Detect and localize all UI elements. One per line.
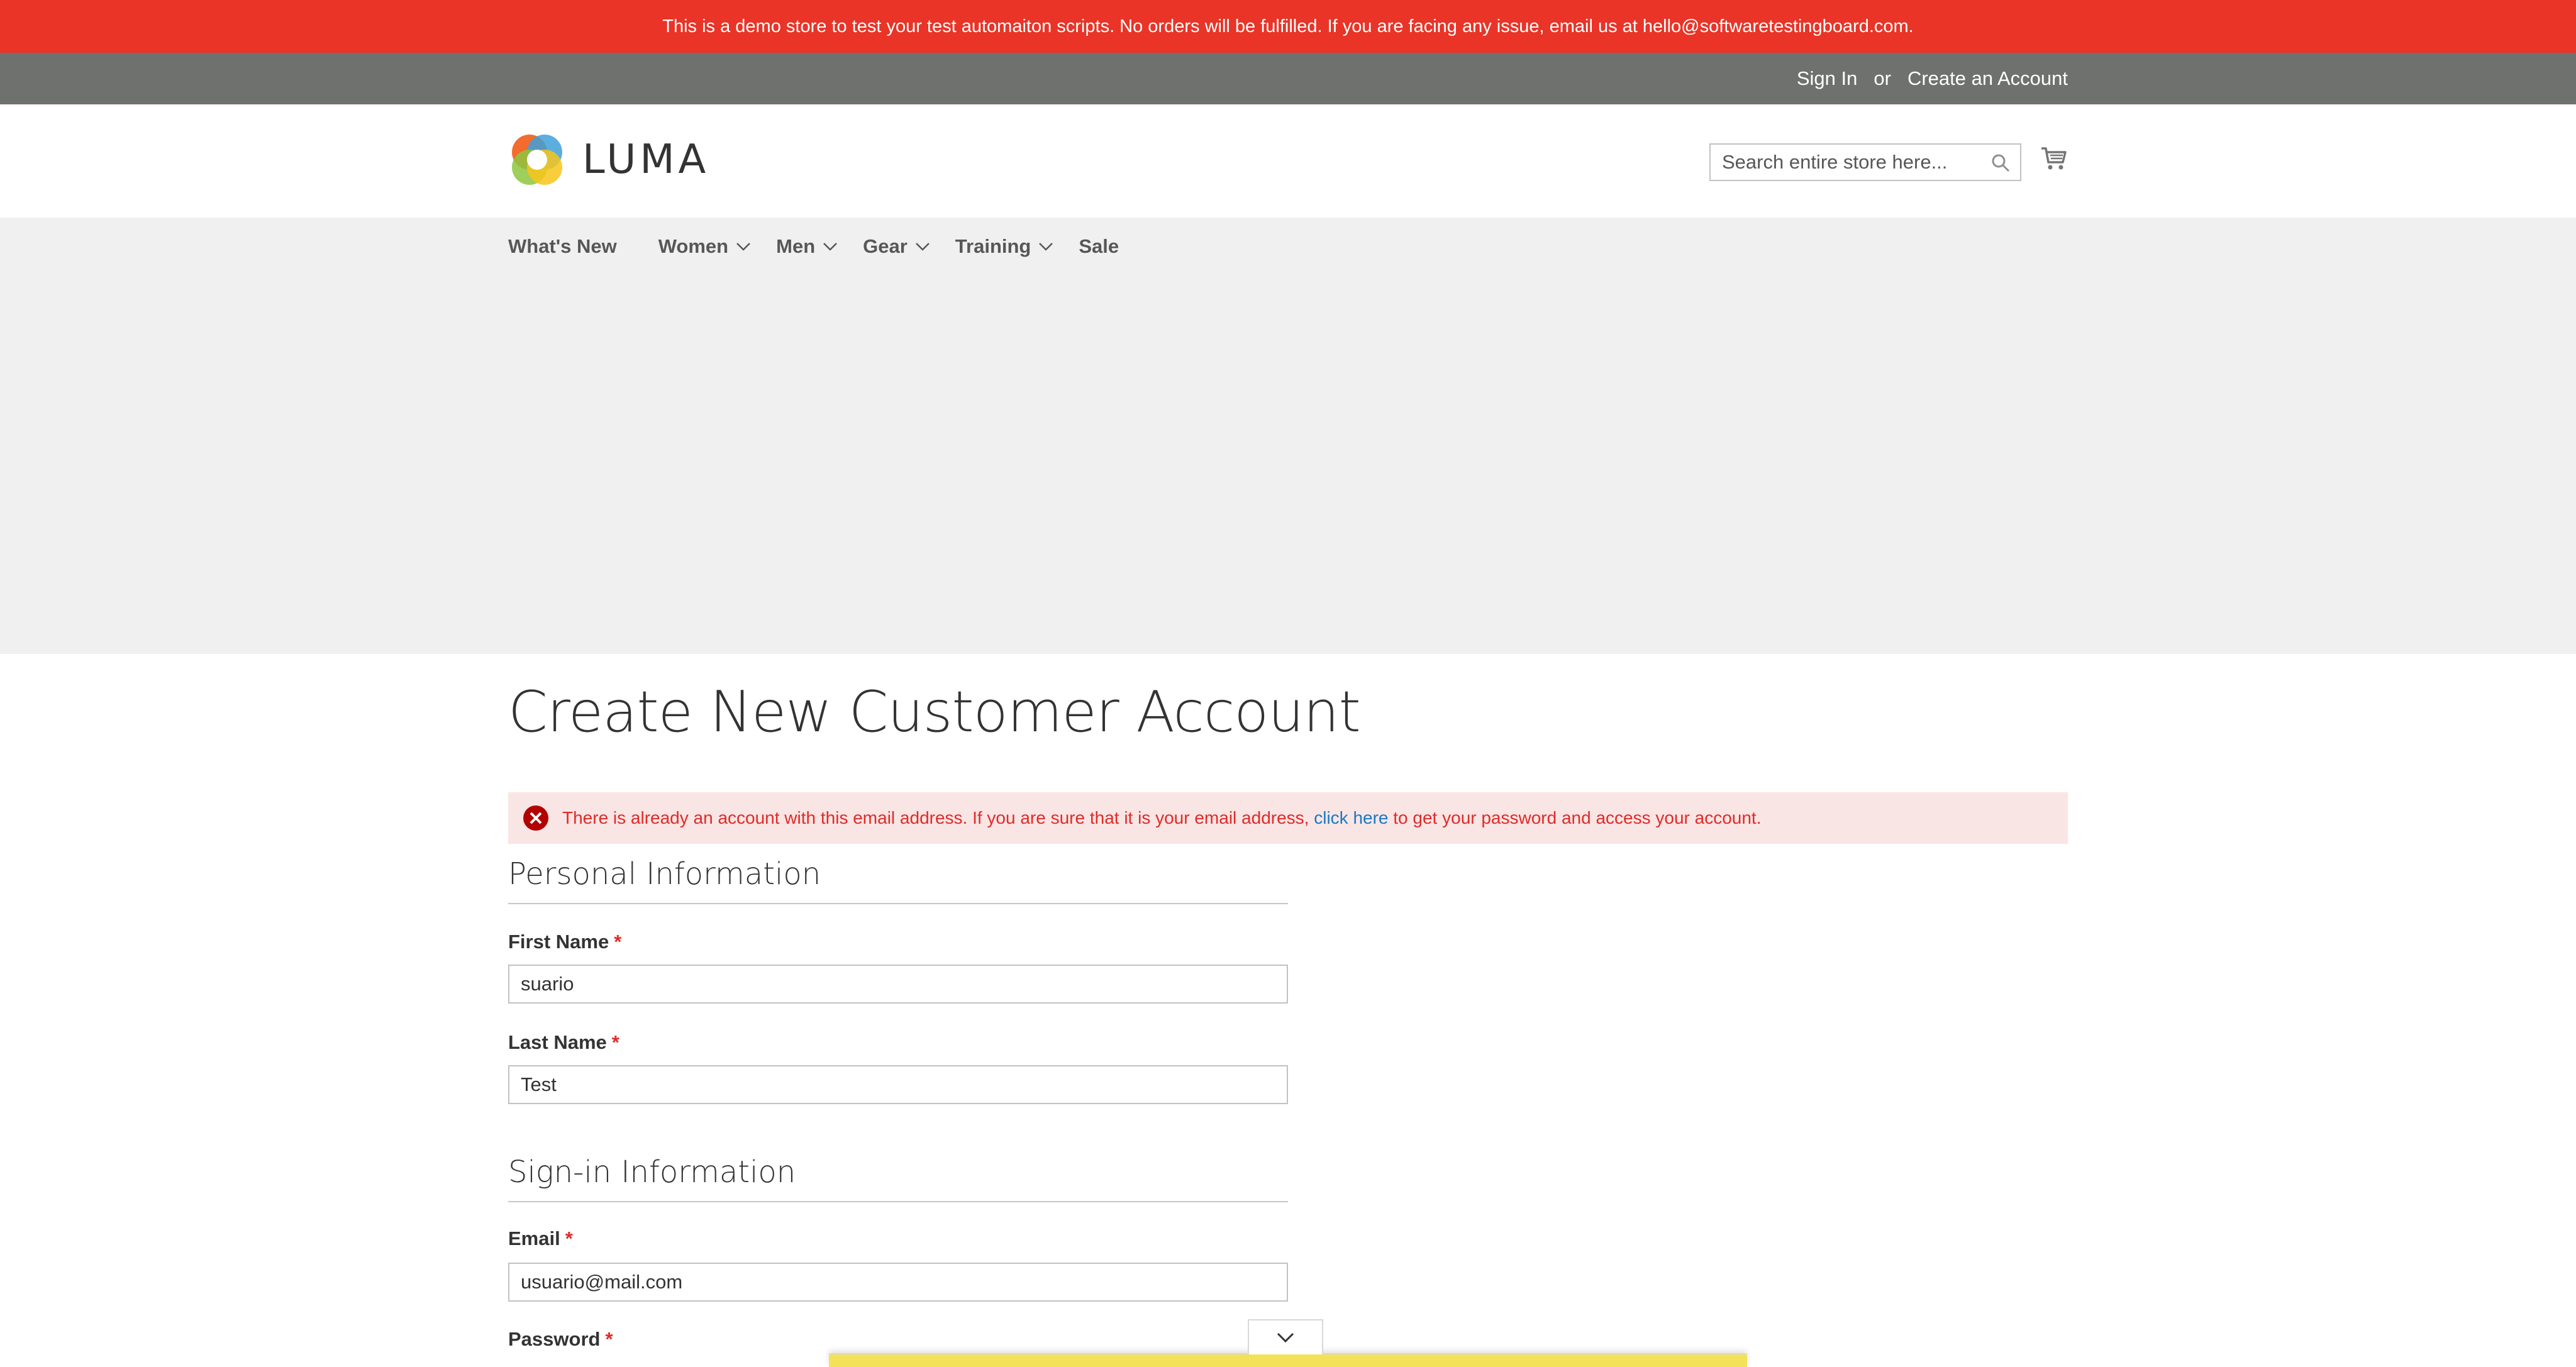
chevron-down-icon [823,243,838,251]
create-account-link[interactable]: Create an Account [1907,67,2068,90]
ad-collapse-toggle[interactable] [1248,1319,1323,1354]
cart-icon[interactable] [2040,145,2068,172]
search-icon[interactable] [1991,153,2010,172]
error-text-after: to get your password and access your acc… [1393,808,1762,827]
search-input[interactable] [1711,145,1986,180]
required-mark: * [565,1227,573,1249]
personal-info-title: Personal Information [508,856,1288,904]
last-name-label: Last Name * [508,1031,619,1054]
last-name-field[interactable] [508,1065,1288,1104]
error-text-before: There is already an account with this em… [562,808,1309,827]
chevron-down-icon [915,243,930,251]
bottom-ad-banner[interactable] [829,1353,1747,1367]
required-mark: * [605,1328,613,1350]
nav-item-label: Sale [1079,235,1119,257]
password-label-text: Password [508,1328,601,1350]
first-name-field[interactable] [508,965,1288,1004]
reset-password-link[interactable]: click here [1314,808,1388,827]
search-box [1709,143,2021,181]
store-logo[interactable]: LUMA [508,131,709,189]
nav-item-sale[interactable]: Sale [1079,234,1119,259]
nav-item-label: Men [776,235,816,257]
email-label: Email * [508,1227,573,1250]
required-mark: * [614,931,622,953]
nav-item-label: What's New [508,235,617,257]
email-field[interactable] [508,1263,1288,1302]
nav-item-women[interactable]: Women [658,234,751,259]
first-name-label-text: First Name [508,931,609,953]
or-separator: or [1874,67,1891,89]
site-header: LUMA [0,104,2576,218]
demo-notice-banner: This is a demo store to test your test a… [0,0,2576,53]
password-label: Password * [508,1328,613,1351]
page-title: Create New Customer Account [508,679,1361,745]
signin-info-title: Sign-in Information [508,1154,1288,1202]
chevron-down-icon [1277,1332,1294,1343]
error-text: There is already an account with this em… [562,808,1762,828]
error-message: There is already an account with this em… [508,792,2068,844]
nav-menu: What's New Women Men Gear Training Sale [508,234,1160,259]
nav-item-label: Gear [863,235,908,257]
nav-item-training[interactable]: Training [955,234,1054,259]
nav-item-whats-new[interactable]: What's New [508,234,617,259]
error-circle-icon [523,805,548,831]
luma-logo-icon [512,135,562,185]
top-bar: Sign In or Create an Account [0,53,2576,104]
nav-item-gear[interactable]: Gear [863,234,930,259]
chevron-down-icon [1039,243,1053,251]
main-navigation: What's New Women Men Gear Training Sale [0,218,2576,654]
sign-in-link[interactable]: Sign In [1797,67,1858,90]
nav-item-label: Training [955,235,1031,257]
nav-item-label: Women [658,235,729,257]
first-name-label: First Name * [508,931,621,953]
email-label-text: Email [508,1227,560,1249]
chevron-down-icon [736,243,751,251]
demo-notice-text: This is a demo store to test your test a… [662,16,1914,36]
last-name-label-text: Last Name [508,1031,607,1053]
logo-text: LUMA [582,136,710,183]
nav-item-men[interactable]: Men [776,234,838,259]
account-links: Sign In or Create an Account [1797,53,2068,104]
required-mark: * [611,1031,619,1053]
